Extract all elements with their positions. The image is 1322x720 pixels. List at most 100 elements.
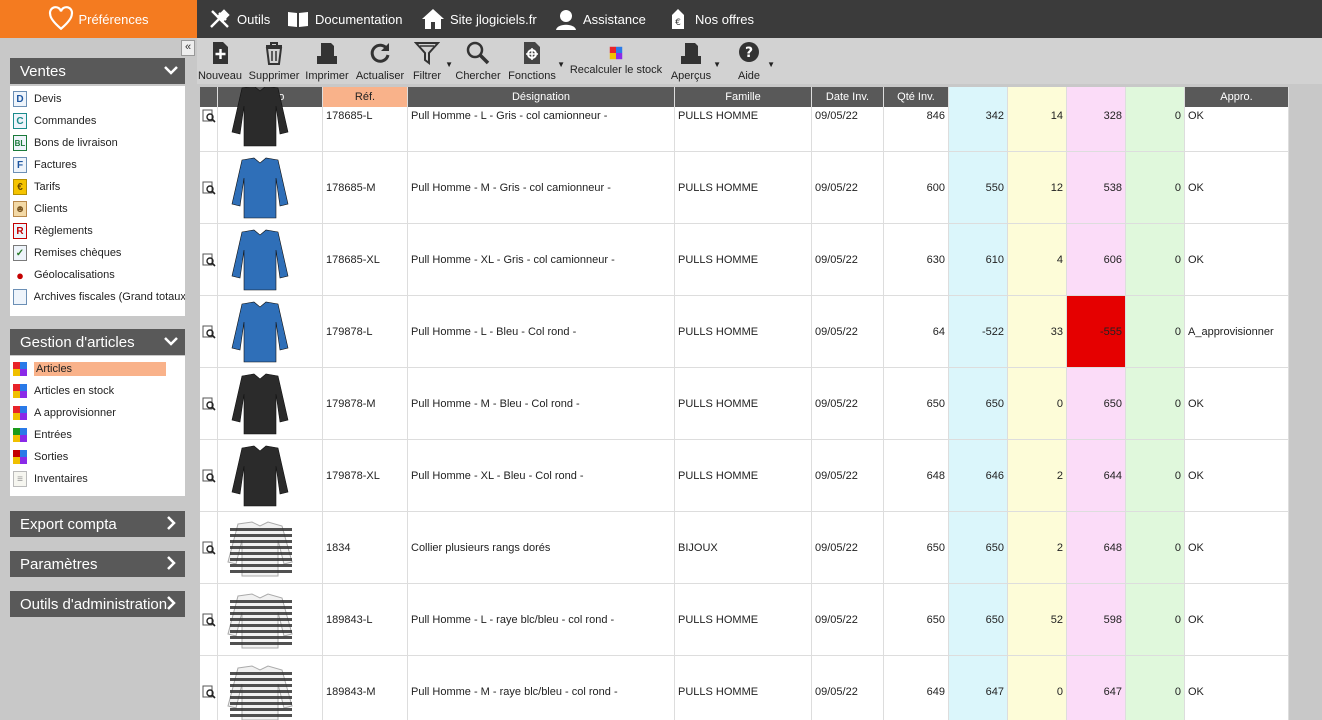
- panel-parametres[interactable]: Paramètres: [10, 551, 185, 577]
- magnifier-doc-icon[interactable]: [202, 397, 216, 411]
- magnifier-doc-icon[interactable]: [202, 613, 216, 627]
- date-inv-cell[interactable]: 09/05/22: [812, 152, 884, 223]
- dispo-cell[interactable]: 648: [1067, 512, 1126, 583]
- table-row[interactable]: 179878-L Pull Homme - L - Bleu - Col rond…: [200, 296, 1289, 368]
- view-detail-cell[interactable]: [200, 440, 218, 511]
- designation-cell[interactable]: Pull Homme - L - raye blc/bleu - col ron…: [408, 584, 675, 655]
- date-inv-cell[interactable]: 09/05/22: [812, 224, 884, 295]
- magnifier-doc-icon[interactable]: [202, 685, 216, 699]
- table-row[interactable]: 178685-M Pull Homme - M - Gris - col cami…: [200, 152, 1289, 224]
- qte-stock-cell[interactable]: -522: [949, 296, 1008, 367]
- table-row[interactable]: 178685-XL Pull Homme - XL - Gris - col ca…: [200, 224, 1289, 296]
- ref-cell[interactable]: 1834: [323, 512, 408, 583]
- table-row[interactable]: 189843-M Pull Homme - M - raye blc/bleu -…: [200, 656, 1289, 720]
- qte-inv-cell[interactable]: 650: [884, 368, 949, 439]
- filter-button[interactable]: Filtrer ▼: [409, 38, 453, 84]
- nav-offres[interactable]: € Nos offres: [666, 0, 754, 38]
- qte-inv-cell[interactable]: 64: [884, 296, 949, 367]
- cmde-client-cell[interactable]: 14: [1008, 87, 1067, 151]
- famille-cell[interactable]: BIJOUX: [675, 512, 812, 583]
- qte-stock-cell[interactable]: 650: [949, 512, 1008, 583]
- cmde-client-cell[interactable]: 0: [1008, 656, 1067, 720]
- help-button[interactable]: ? Aide ▼: [731, 38, 775, 84]
- ref-cell[interactable]: 189843-L: [323, 584, 408, 655]
- date-inv-cell[interactable]: 09/05/22: [812, 368, 884, 439]
- sidebar-item-entrees[interactable]: Entrées: [10, 424, 185, 446]
- designation-cell[interactable]: Pull Homme - XL - Gris - col camionneur …: [408, 224, 675, 295]
- recalc-stock-button[interactable]: Recalculer le stock: [569, 38, 663, 84]
- designation-cell[interactable]: Pull Homme - L - Bleu - Col rond -: [408, 296, 675, 367]
- qte-inv-cell[interactable]: 650: [884, 512, 949, 583]
- refresh-button[interactable]: Actualiser: [355, 38, 405, 84]
- appro-cell[interactable]: OK: [1185, 512, 1289, 583]
- sidebar-item-commandes[interactable]: C Commandes: [10, 110, 185, 132]
- sidebar-item-inventaires[interactable]: ≡ Inventaires: [10, 468, 185, 490]
- designation-cell[interactable]: Pull Homme - M - raye blc/bleu - col ron…: [408, 656, 675, 720]
- photo-cell[interactable]: [218, 152, 323, 223]
- table-row[interactable]: 189843-L Pull Homme - L - raye blc/bleu -…: [200, 584, 1289, 656]
- cmde-client-cell[interactable]: 2: [1008, 512, 1067, 583]
- cmde-client-cell[interactable]: 4: [1008, 224, 1067, 295]
- table-row[interactable]: 179878-XL Pull Homme - XL - Bleu - Col ro…: [200, 440, 1289, 512]
- dispo-cell[interactable]: 538: [1067, 152, 1126, 223]
- designation-cell[interactable]: Pull Homme - M - Gris - col camionneur -: [408, 152, 675, 223]
- ref-cell[interactable]: 189843-M: [323, 656, 408, 720]
- cmde-fournisseur-cell[interactable]: 0: [1126, 368, 1185, 439]
- sidebar-item-clients[interactable]: ☻ Clients: [10, 198, 185, 220]
- nav-tools[interactable]: Outils: [208, 0, 270, 38]
- photo-cell[interactable]: [218, 512, 323, 583]
- sidebar-item-factures[interactable]: F Factures: [10, 154, 185, 176]
- cmde-fournisseur-cell[interactable]: 0: [1126, 87, 1185, 151]
- ref-cell[interactable]: 179878-XL: [323, 440, 408, 511]
- sidebar-item-a-approvisionner[interactable]: A approvisionner: [10, 402, 185, 424]
- dispo-cell[interactable]: 606: [1067, 224, 1126, 295]
- appro-cell[interactable]: OK: [1185, 368, 1289, 439]
- ref-cell[interactable]: 179878-M: [323, 368, 408, 439]
- designation-cell[interactable]: Pull Homme - XL - Bleu - Col rond -: [408, 440, 675, 511]
- date-inv-cell[interactable]: 09/05/22: [812, 512, 884, 583]
- famille-cell[interactable]: PULLS HOMME: [675, 296, 812, 367]
- search-button[interactable]: Chercher: [453, 38, 503, 84]
- cmde-fournisseur-cell[interactable]: 0: [1126, 296, 1185, 367]
- dispo-cell[interactable]: 650: [1067, 368, 1126, 439]
- appro-cell[interactable]: OK: [1185, 87, 1289, 151]
- famille-cell[interactable]: PULLS HOMME: [675, 152, 812, 223]
- photo-cell[interactable]: [218, 584, 323, 655]
- sidebar-item-devis[interactable]: D Devis: [10, 88, 185, 110]
- cmde-client-cell[interactable]: 33: [1008, 296, 1067, 367]
- photo-cell[interactable]: [218, 656, 323, 720]
- famille-cell[interactable]: PULLS HOMME: [675, 656, 812, 720]
- appro-cell[interactable]: OK: [1185, 152, 1289, 223]
- print-button[interactable]: Imprimer: [305, 38, 349, 84]
- dispo-cell[interactable]: 598: [1067, 584, 1126, 655]
- cmde-client-cell[interactable]: 12: [1008, 152, 1067, 223]
- date-inv-cell[interactable]: 09/05/22: [812, 584, 884, 655]
- dispo-cell[interactable]: 328: [1067, 87, 1126, 151]
- sidebar-item-archives[interactable]: Archives fiscales (Grand totaux): [10, 286, 185, 308]
- view-detail-cell[interactable]: [200, 584, 218, 655]
- date-inv-cell[interactable]: 09/05/22: [812, 440, 884, 511]
- cmde-fournisseur-cell[interactable]: 0: [1126, 656, 1185, 720]
- date-inv-cell[interactable]: 09/05/22: [812, 87, 884, 151]
- sidebar-item-articles[interactable]: Articles: [10, 358, 185, 380]
- qte-inv-cell[interactable]: 600: [884, 152, 949, 223]
- dispo-cell[interactable]: 647: [1067, 656, 1126, 720]
- magnifier-doc-icon[interactable]: [202, 109, 216, 123]
- sidebar-item-tarifs[interactable]: € Tarifs: [10, 176, 185, 198]
- ref-cell[interactable]: 178685-XL: [323, 224, 408, 295]
- qte-inv-cell[interactable]: 846: [884, 87, 949, 151]
- famille-cell[interactable]: PULLS HOMME: [675, 224, 812, 295]
- panel-export-compta[interactable]: Export compta: [10, 511, 185, 537]
- qte-stock-cell[interactable]: 342: [949, 87, 1008, 151]
- view-detail-cell[interactable]: [200, 87, 218, 151]
- ref-cell[interactable]: 178685-M: [323, 152, 408, 223]
- table-row[interactable]: 179878-M Pull Homme - M - Bleu - Col rond…: [200, 368, 1289, 440]
- delete-button[interactable]: Supprimer: [249, 38, 299, 84]
- dispo-cell[interactable]: -555: [1067, 296, 1126, 367]
- magnifier-doc-icon[interactable]: [202, 181, 216, 195]
- new-button[interactable]: Nouveau: [198, 38, 242, 84]
- sidebar-item-geolocalisations[interactable]: ● Géolocalisations: [10, 264, 185, 286]
- ref-cell[interactable]: 178685-L: [323, 87, 408, 151]
- view-detail-cell[interactable]: [200, 368, 218, 439]
- panel-admin-tools[interactable]: Outils d'administration: [10, 591, 185, 617]
